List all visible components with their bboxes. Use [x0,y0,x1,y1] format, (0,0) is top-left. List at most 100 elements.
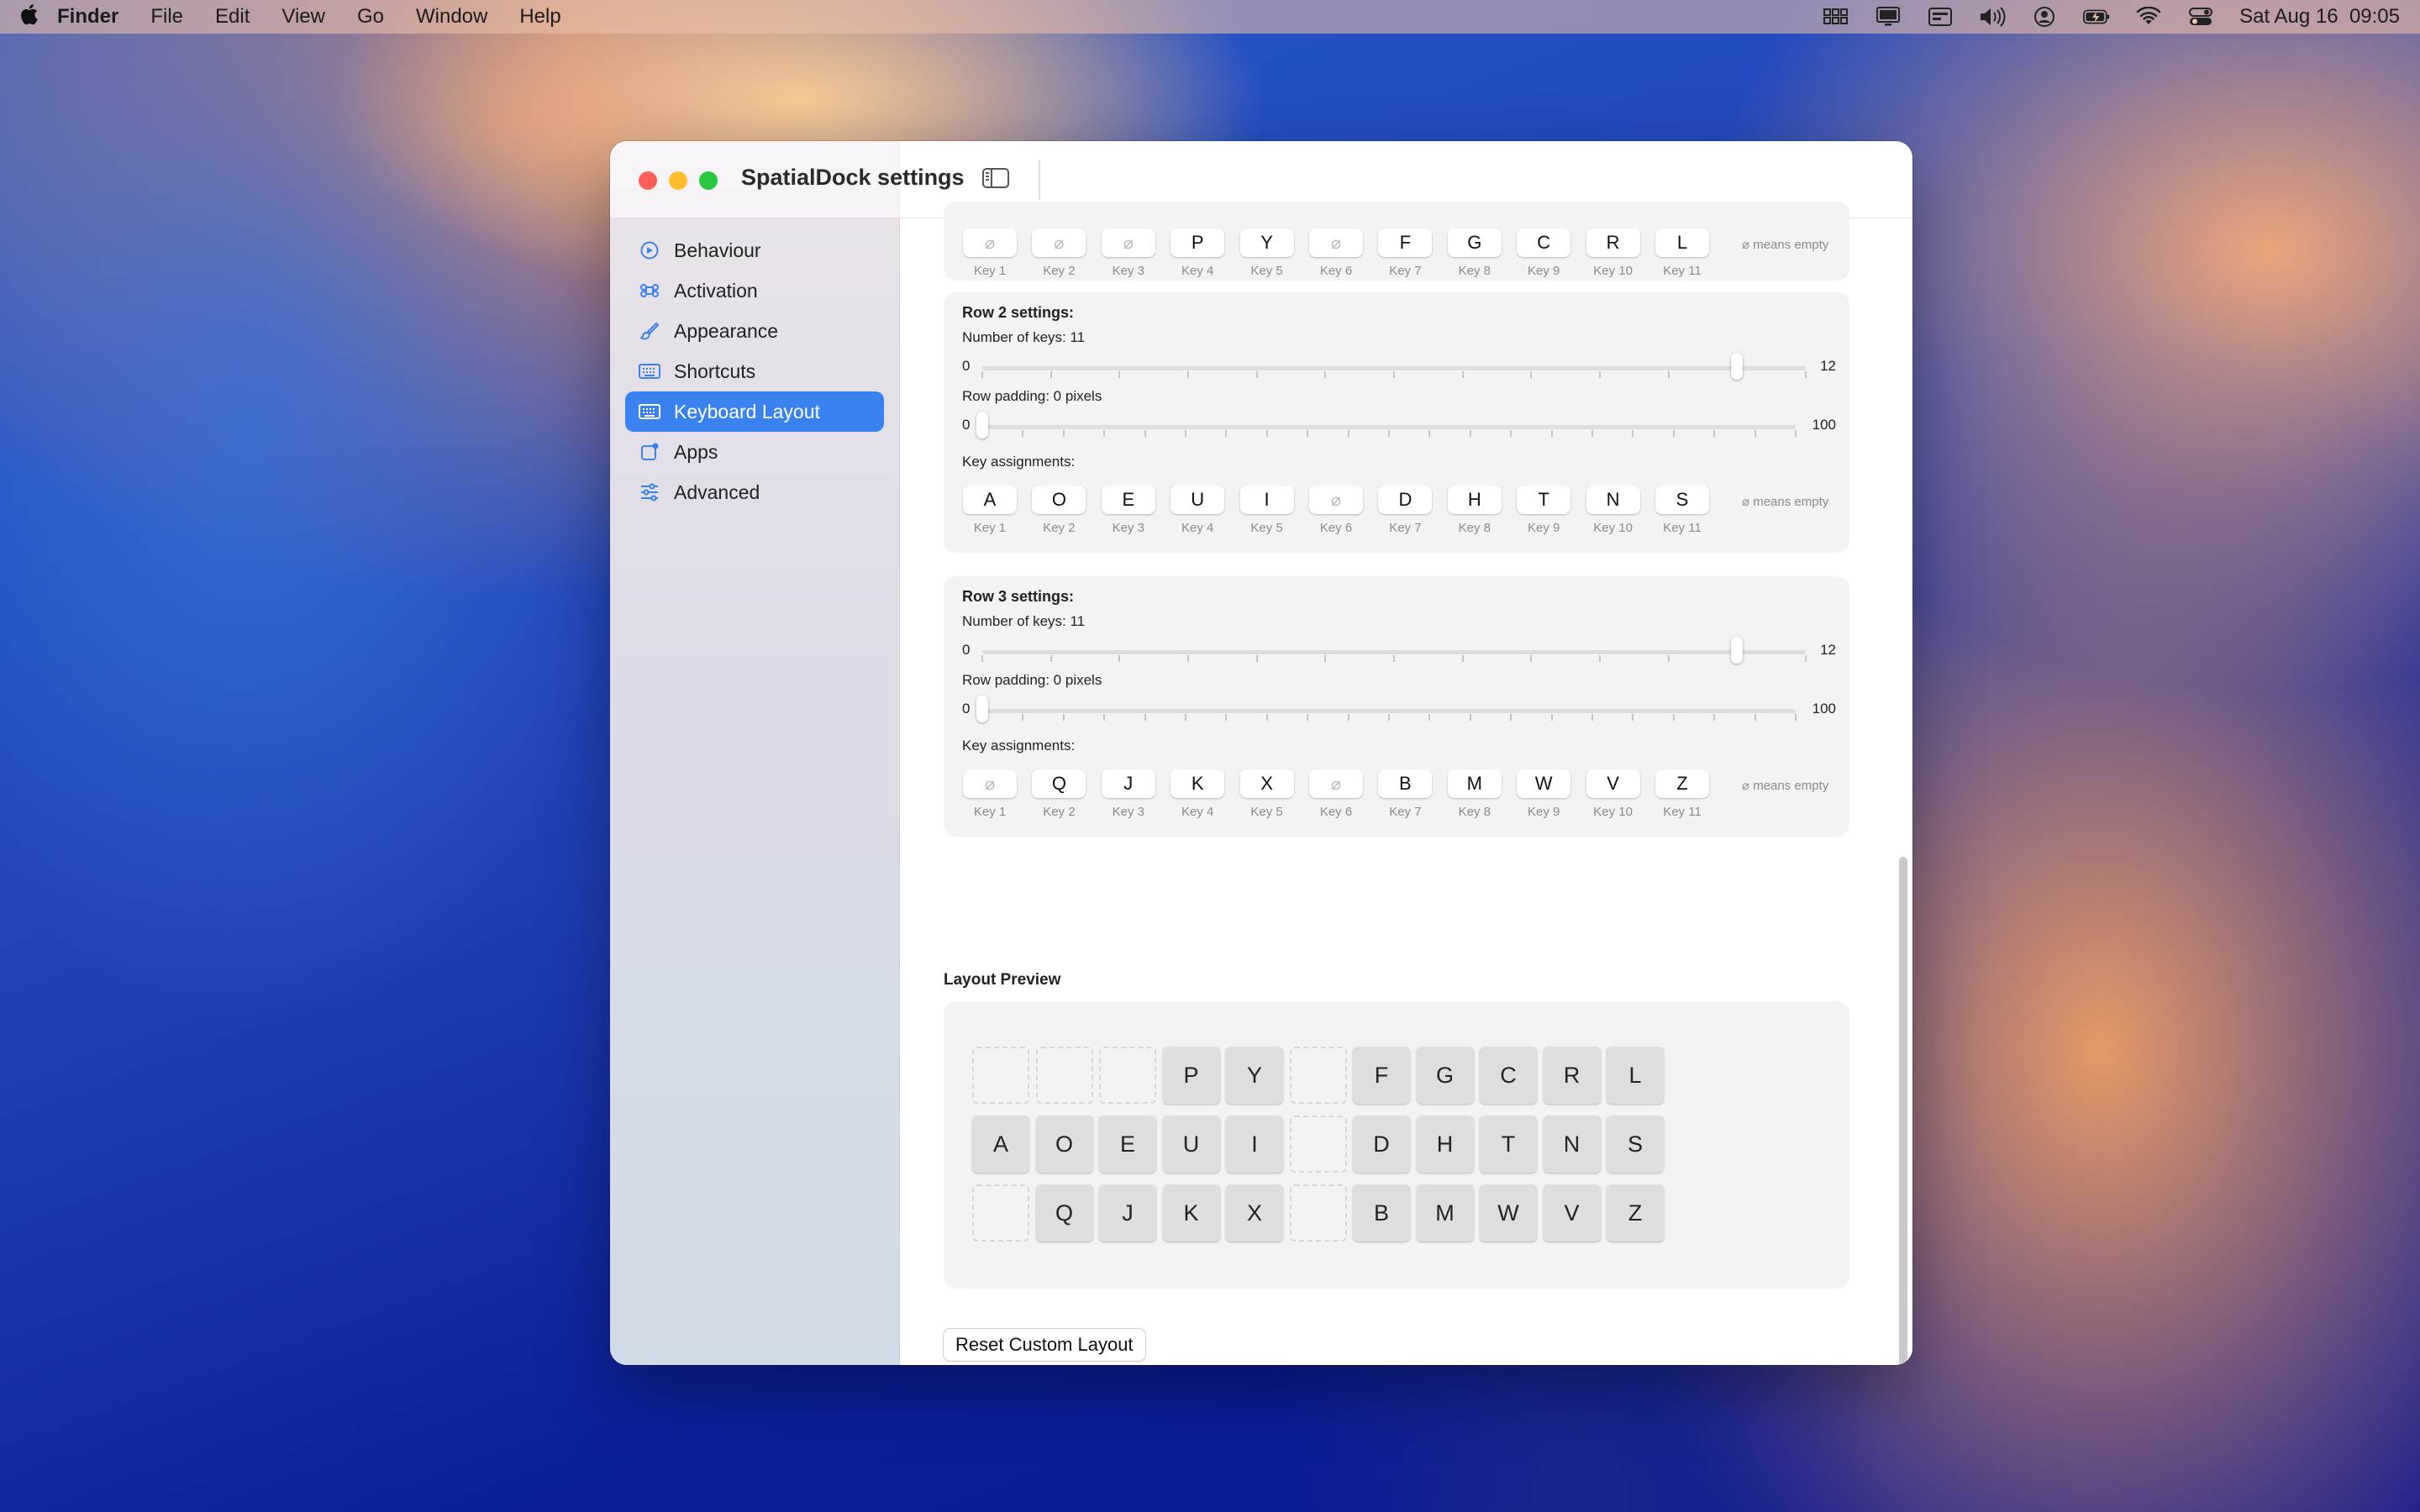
row3-title: Row 3 settings: [962,588,1075,605]
key-input[interactable]: S [1655,486,1709,514]
row2-padding-slider[interactable]: 0 100 [962,412,1836,438]
apple-menu-icon[interactable] [20,3,57,32]
slider-tick [1599,371,1601,378]
reset-custom-layout-button[interactable]: Reset Custom Layout [944,1329,1145,1361]
key-input[interactable]: M [1447,769,1502,798]
slider-thumb[interactable] [976,412,988,438]
sidebar-item-advanced[interactable]: Advanced [625,472,884,512]
key-input[interactable]: O [1032,486,1086,514]
key-slot: H Key 8 [1447,486,1502,535]
slider-thumb[interactable] [1731,637,1744,664]
slider-tick [1022,714,1024,721]
volume-icon[interactable] [1979,7,2006,27]
wifi-icon[interactable] [2135,7,2162,27]
menu-window[interactable]: Window [416,5,487,29]
row3-num-keys-slider[interactable]: 0 12 [962,637,1836,664]
toolbar-divider [1039,160,1040,200]
sidebar-toggle-icon[interactable] [981,166,1010,190]
key-label: Key 5 [1250,264,1283,278]
key-input[interactable]: ⌀ [1101,228,1155,257]
key-slot: A Key 1 [962,486,1018,535]
key-input[interactable]: J [1101,769,1155,798]
key-input[interactable]: U [1171,486,1225,514]
slider-tick [1805,655,1807,662]
key-input[interactable]: R [1586,228,1640,257]
key-input[interactable]: N [1586,486,1640,514]
key-input[interactable]: P [1171,228,1225,257]
key-input[interactable]: ⌀ [1309,486,1363,514]
keyboard-viewer-icon[interactable] [1927,7,1954,27]
key-input[interactable]: K [1171,769,1225,798]
sidebar-item-activation[interactable]: Activation [625,270,884,311]
key-input[interactable]: E [1101,486,1155,514]
slider-tick [1591,714,1593,721]
menu-view[interactable]: View [281,5,325,29]
key-input[interactable]: I [1239,486,1294,514]
close-button[interactable] [639,171,657,190]
slider-thumb[interactable] [976,696,988,722]
preview-key [1099,1047,1156,1104]
menu-edit[interactable]: Edit [215,5,250,29]
minimize-button[interactable] [669,171,687,190]
menu-finder[interactable]: Finder [57,5,118,29]
empty-note: ⌀ means empty [1742,495,1829,509]
grid-icon[interactable] [1823,7,1849,27]
key-input[interactable]: Z [1655,769,1709,798]
display-icon[interactable] [1875,7,1902,27]
key-input[interactable]: ⌀ [963,769,1017,798]
key-input[interactable]: A [963,486,1017,514]
key-input[interactable]: Q [1032,769,1086,798]
menu-file[interactable]: File [150,5,183,29]
key-label: Key 4 [1181,264,1214,278]
settings-window: Behaviour Activation Appearance Shortcut… [610,141,1912,1365]
key-input[interactable]: F [1378,228,1433,257]
scrollbar[interactable] [1899,857,1907,1365]
key-input[interactable]: ⌀ [963,228,1017,257]
key-input[interactable]: H [1447,486,1502,514]
sidebar-item-keyboard-layout[interactable]: Keyboard Layout [625,391,884,432]
key-slot: E Key 3 [1101,486,1156,535]
key-input[interactable]: L [1655,228,1709,257]
zoom-button[interactable] [699,171,718,190]
key-input[interactable]: G [1447,228,1502,257]
key-slot: X Key 5 [1239,769,1295,819]
key-slot: T Key 9 [1516,486,1571,535]
preview-key: S [1607,1116,1664,1173]
user-icon[interactable] [2031,7,2058,27]
empty-note: ⌀ means empty [1742,238,1829,252]
menu-help[interactable]: Help [519,5,560,29]
key-input[interactable]: D [1378,486,1433,514]
preview-key [1289,1116,1347,1173]
menu-clock[interactable]: Sat Aug 16 09:05 [2239,5,2400,29]
sidebar-item-shortcuts[interactable]: Shortcuts [625,351,884,391]
sidebar-item-appearance[interactable]: Appearance [625,311,884,351]
key-input[interactable]: V [1586,769,1640,798]
slider-tick [1550,430,1553,437]
key-input[interactable]: T [1517,486,1571,514]
control-center-icon[interactable] [2187,7,2214,27]
key-input[interactable]: W [1517,769,1571,798]
key-input[interactable]: ⌀ [1309,769,1363,798]
slider-thumb[interactable] [1731,353,1744,380]
key-input[interactable]: ⌀ [1309,228,1363,257]
battery-icon[interactable] [2083,7,2110,27]
menu-go[interactable]: Go [357,5,384,29]
slider-track [982,650,1806,654]
key-input[interactable]: C [1517,228,1571,257]
row3-num-keys-label: Number of keys: 11 [962,613,1086,629]
command-icon [639,280,660,302]
sidebar-item-behaviour[interactable]: Behaviour [625,230,884,270]
key-input[interactable]: B [1378,769,1433,798]
key-label: Key 11 [1663,264,1702,278]
key-input[interactable]: Y [1239,228,1294,257]
key-slot: P Key 4 [1170,228,1225,278]
key-slot: O Key 2 [1031,486,1086,535]
row3-padding-slider[interactable]: 0 100 [962,696,1836,722]
key-input[interactable]: X [1239,769,1294,798]
slider-tick [981,371,983,378]
sidebar-item-apps[interactable]: Apps [625,432,884,472]
key-input[interactable]: ⌀ [1032,228,1086,257]
slider-tick [1591,430,1593,437]
row2-num-keys-slider[interactable]: 0 12 [962,353,1836,380]
key-slot: ⌀ Key 6 [1308,486,1364,535]
